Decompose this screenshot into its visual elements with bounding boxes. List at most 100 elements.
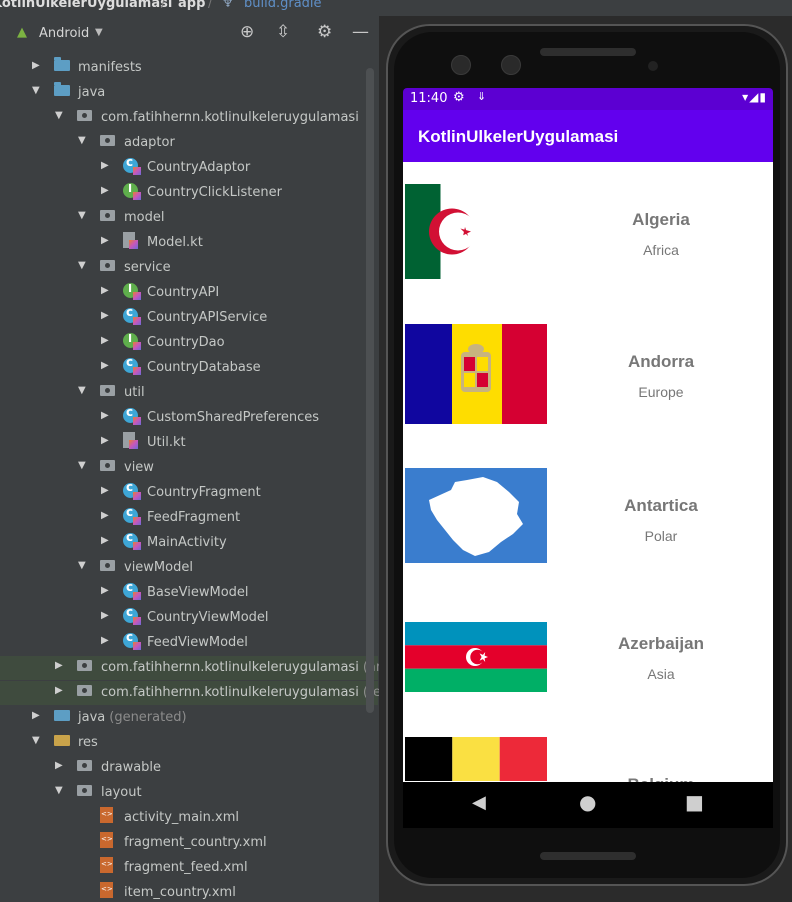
collapse-arrow-icon[interactable]: ▶ (55, 660, 63, 671)
tree-row[interactable]: ▼ util (0, 381, 378, 405)
collapse-arrow-icon[interactable]: ▶ (32, 710, 40, 721)
kotlin-class-icon (123, 580, 141, 600)
tree-row[interactable]: ▶ BaseViewModel (0, 580, 378, 605)
collapse-arrow-icon[interactable]: ▶ (101, 510, 109, 521)
expand-arrow-icon[interactable]: ▼ (78, 135, 86, 146)
country-list-item[interactable]: Belgium (403, 737, 773, 782)
tree-row[interactable]: ▼ service (0, 256, 378, 280)
tree-row[interactable]: fragment_feed.xml (0, 856, 378, 880)
collapse-arrow-icon[interactable]: ▶ (101, 410, 109, 421)
collapse-arrow-icon[interactable]: ▶ (101, 635, 109, 646)
tree-row[interactable]: ▶ CountryAPIService (0, 305, 378, 330)
tree-row[interactable]: ▶ drawable (0, 756, 378, 780)
tree-row[interactable]: fragment_country.xml (0, 831, 378, 855)
tree-row[interactable]: ▶ CountryClickListener (0, 181, 378, 205)
tree-row[interactable]: ▼ adaptor (0, 131, 378, 155)
expand-arrow-icon[interactable]: ▼ (32, 735, 40, 746)
breadcrumb-module[interactable]: app (178, 0, 205, 11)
country-list-item[interactable]: Andorra Europe (403, 324, 773, 464)
tree-item-label: item_country.xml (124, 885, 236, 900)
tree-row[interactable]: ▶ java (generated) (0, 706, 378, 730)
tree-row[interactable]: activity_main.xml (0, 806, 378, 830)
collapse-arrow-icon[interactable]: ▶ (101, 310, 109, 321)
expand-arrow-icon[interactable]: ▼ (78, 560, 86, 571)
tree-row[interactable]: ▶ MainActivity (0, 530, 378, 555)
chevron-down-icon[interactable]: ▼ (95, 27, 103, 38)
collapse-arrow-icon[interactable]: ▶ (101, 535, 109, 546)
tree-item-label: FeedFragment (147, 510, 240, 525)
tree-row[interactable]: ▼ com.fatihhernn.kotlinulkeleruygulamasi (0, 106, 378, 130)
tree-row[interactable]: ▶ CountryDatabase (0, 355, 378, 380)
expand-arrow-icon[interactable]: ▼ (78, 260, 86, 271)
package-icon (100, 460, 115, 471)
tree-row[interactable]: ▶ CustomSharedPreferences (0, 405, 378, 430)
gear-icon[interactable]: ⚙ (317, 22, 332, 42)
collapse-arrow-icon[interactable]: ▶ (101, 585, 109, 596)
country-list-item[interactable]: Antartica Polar (403, 468, 773, 608)
tree-row[interactable]: ▶ manifests (0, 56, 378, 80)
tree-row[interactable]: ▶ FeedFragment (0, 505, 378, 530)
breadcrumb-project[interactable]: KotlinUlkelerUygulamasi (0, 0, 172, 11)
tree-item-label: com.fatihhernn.kotlinulkeleruygulamasi(a… (101, 660, 380, 675)
collapse-arrow-icon[interactable]: ▶ (101, 485, 109, 496)
view-mode-selector[interactable]: Android (39, 26, 89, 41)
expand-arrow-icon[interactable]: ▼ (78, 460, 86, 471)
tree-item-text: BaseViewModel (147, 585, 249, 600)
collapse-arrow-icon[interactable]: ▶ (101, 435, 109, 446)
expand-arrow-icon[interactable]: ▼ (32, 85, 40, 96)
expand-arrow-icon[interactable]: ▼ (78, 210, 86, 221)
tree-row[interactable]: ▼ view (0, 456, 378, 480)
tree-row[interactable]: ▼ res (0, 731, 378, 755)
folder-icon (54, 82, 70, 96)
collapse-icon[interactable]: ⇳ (276, 22, 290, 42)
tree-row[interactable]: ▶ com.fatihhernn.kotlinulkeleruygulamasi(… (0, 656, 380, 680)
collapse-arrow-icon[interactable]: ▶ (101, 160, 109, 171)
expand-arrow-icon[interactable]: ▼ (55, 785, 63, 796)
tree-row[interactable]: ▶ Model.kt (0, 231, 378, 255)
xml-file-icon (100, 882, 113, 898)
tree-row[interactable]: ▶ FeedViewModel (0, 630, 378, 655)
tree-row[interactable]: ▶ CountryViewModel (0, 605, 378, 630)
tree-row[interactable]: ▶ CountryAPI (0, 281, 378, 305)
minimize-icon[interactable]: — (352, 22, 369, 42)
tree-row[interactable]: ▶ com.fatihhernn.kotlinulkeleruygulamasi(… (0, 681, 380, 705)
breadcrumb-file[interactable]: build.gradle (244, 0, 322, 11)
country-list-item[interactable]: Algeria Africa (403, 184, 773, 324)
collapse-arrow-icon[interactable]: ▶ (101, 285, 109, 296)
recents-button[interactable]: ■ (685, 790, 704, 814)
tree-item-text: service (124, 260, 171, 275)
tree-row[interactable]: ▶ CountryFragment (0, 480, 378, 505)
kotlin-interface-icon (123, 282, 141, 300)
kotlin-class-icon (123, 530, 141, 550)
breadcrumb: KotlinUlkelerUygulamasi / app / ♆ build.… (0, 0, 792, 16)
collapse-arrow-icon[interactable]: ▶ (55, 685, 63, 696)
collapse-arrow-icon[interactable]: ▶ (101, 335, 109, 346)
country-list[interactable]: Algeria Africa Andorra Europe Antartica Polar… (403, 162, 773, 782)
phone-chin-speaker (540, 852, 636, 860)
expand-arrow-icon[interactable]: ▼ (55, 110, 63, 121)
tree-row[interactable]: ▼ java (0, 81, 378, 105)
back-button[interactable]: ◀ (472, 792, 486, 813)
collapse-arrow-icon[interactable]: ▶ (55, 760, 63, 771)
expand-arrow-icon[interactable]: ▼ (78, 385, 86, 396)
tree-row[interactable]: ▼ layout (0, 781, 378, 805)
collapse-arrow-icon[interactable]: ▶ (32, 60, 40, 71)
tree-row[interactable]: ▼ viewModel (0, 556, 378, 580)
kotlin-class-icon (123, 355, 141, 375)
tree-item-label: java (generated) (78, 710, 187, 725)
collapse-arrow-icon[interactable]: ▶ (101, 360, 109, 371)
locate-icon[interactable]: ⊕ (240, 22, 254, 42)
tree-row[interactable]: item_country.xml (0, 881, 378, 902)
tree-row[interactable]: ▼ model (0, 206, 378, 230)
tree-item-label: activity_main.xml (124, 810, 239, 825)
collapse-arrow-icon[interactable]: ▶ (101, 610, 109, 621)
tree-row[interactable]: ▶ Util.kt (0, 431, 378, 455)
tree-row[interactable]: ▶ CountryDao (0, 331, 378, 355)
country-name: Andorra (627, 352, 695, 371)
home-button[interactable]: ● (579, 790, 596, 814)
tree-item-label: model (124, 210, 164, 225)
collapse-arrow-icon[interactable]: ▶ (101, 185, 109, 196)
tree-scrollbar[interactable] (366, 68, 374, 713)
tree-row[interactable]: ▶ CountryAdaptor (0, 155, 378, 180)
collapse-arrow-icon[interactable]: ▶ (101, 235, 109, 246)
